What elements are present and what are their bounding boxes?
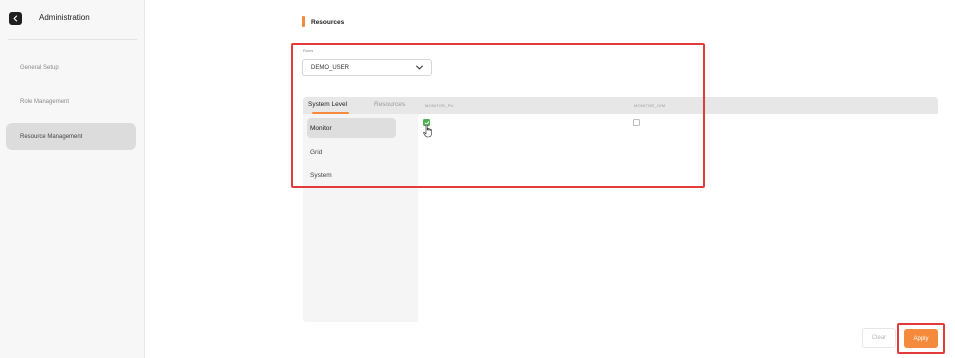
column-header-monitor-jvm: MONITOR_JVM: [634, 103, 666, 108]
back-button[interactable]: [9, 12, 22, 25]
page-title-accent: [302, 16, 305, 27]
apply-button[interactable]: Apply: [904, 329, 938, 348]
clear-button[interactable]: Clear: [862, 328, 896, 348]
tab-resources[interactable]: Resources: [374, 101, 405, 108]
sidebar-item-label: Role Management: [20, 98, 70, 105]
roles-label: Roles: [303, 48, 314, 53]
sidebar: Administration General Setup Role Manage…: [0, 0, 145, 358]
list-item-monitor[interactable]: Monitor: [307, 118, 396, 138]
monitor-jvm-checkbox[interactable]: [633, 119, 640, 126]
sidebar-title: Administration: [39, 13, 90, 22]
sidebar-item-label: General Setup: [20, 64, 59, 71]
roles-selected-value: DEMO_USER: [311, 64, 350, 71]
permissions-content: [418, 114, 938, 322]
sidebar-divider: [8, 39, 137, 40]
list-item-label: Monitor: [310, 124, 332, 132]
list-item-system[interactable]: System: [307, 165, 396, 185]
tab-system-level[interactable]: System Level: [308, 101, 347, 108]
sidebar-item-label: Resource Management: [20, 133, 83, 140]
sidebar-item-general-setup[interactable]: General Setup: [6, 54, 136, 81]
sidebar-header: Administration: [0, 0, 145, 40]
sidebar-item-resource-management[interactable]: Resource Management: [6, 123, 136, 150]
chevron-left-icon: [13, 15, 18, 22]
list-item-grid[interactable]: Grid: [307, 142, 396, 162]
roles-dropdown[interactable]: DEMO_USER: [302, 59, 432, 76]
panel-header: System Level Resources MONITOR_PU MONITO…: [303, 97, 938, 114]
list-item-label: Grid: [310, 148, 323, 156]
column-header-monitor-pu: MONITOR_PU: [425, 103, 454, 108]
list-item-label: System: [310, 171, 332, 179]
sidebar-item-role-management[interactable]: Role Management: [6, 88, 136, 115]
hand-pointer-icon: [423, 124, 432, 138]
permissions-panel: System Level Resources MONITOR_PU MONITO…: [303, 97, 938, 322]
category-list: Monitor Grid System: [303, 114, 418, 322]
page-title: Resources: [311, 19, 345, 26]
chevron-down-icon: [416, 65, 423, 70]
